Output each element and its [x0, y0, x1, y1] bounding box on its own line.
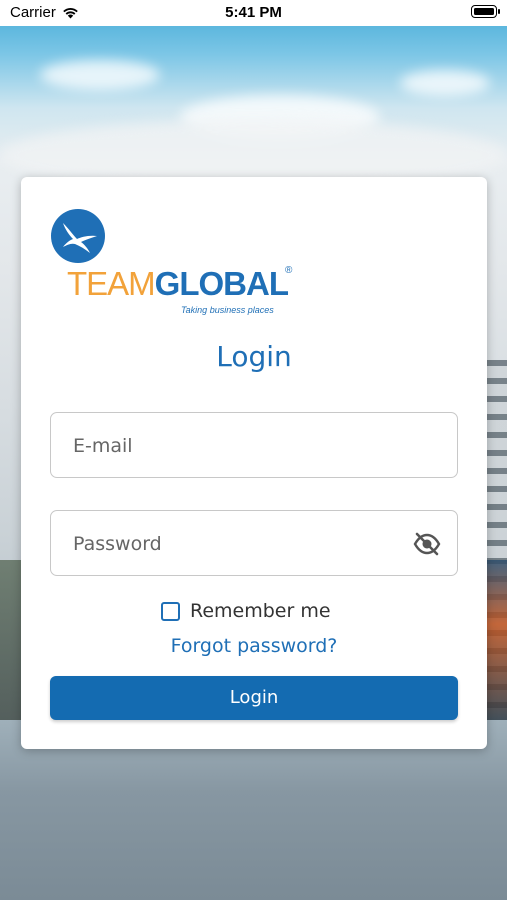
logo-tagline: Taking business places [181, 305, 274, 315]
forgot-password-link[interactable]: Forgot password? [21, 635, 487, 657]
logo-team-text: TEAM [67, 265, 156, 302]
password-input[interactable] [71, 511, 415, 577]
container-ship-right [485, 560, 507, 720]
bird-icon [63, 223, 97, 253]
logo-wordmark: TEAMGLOBAL [67, 265, 289, 303]
logo-global-text: GLOBAL [154, 265, 289, 302]
teamglobal-logo: TEAMGLOBAL ® Taking business places [51, 209, 301, 319]
cloud-shape [400, 70, 490, 96]
cloud-shape [40, 60, 160, 90]
remember-me-label: Remember me [190, 600, 331, 622]
login-card: TEAMGLOBAL ® Taking business places Logi… [21, 177, 487, 749]
password-field-container [50, 510, 458, 577]
status-bar: Carrier 5:41 PM [0, 0, 507, 26]
status-time: 5:41 PM [225, 4, 282, 21]
email-field-container [50, 412, 458, 479]
eye-off-icon[interactable] [413, 530, 441, 558]
login-title: Login [216, 340, 292, 373]
remember-me-checkbox[interactable] [161, 601, 180, 621]
battery-icon [471, 5, 497, 18]
logo-circle [51, 209, 105, 263]
battery-nub [498, 9, 500, 14]
email-input[interactable] [71, 413, 415, 479]
login-button[interactable]: Login [50, 676, 458, 720]
remember-me-row: Remember me [161, 600, 331, 622]
registered-mark: ® [285, 265, 293, 276]
